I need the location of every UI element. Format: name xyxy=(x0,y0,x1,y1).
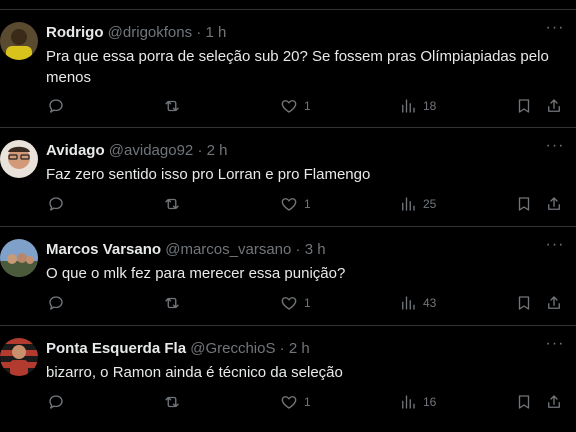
timestamp[interactable]: 3 h xyxy=(305,241,326,258)
share-button[interactable] xyxy=(545,97,563,115)
like-button[interactable]: 1 xyxy=(280,393,311,411)
avatar[interactable] xyxy=(0,239,38,277)
views-button[interactable]: 43 xyxy=(399,294,436,312)
display-name[interactable]: Avidago xyxy=(46,142,105,159)
like-count: 1 xyxy=(304,99,311,113)
reply-button[interactable] xyxy=(47,294,65,312)
bookmark-icon xyxy=(518,99,530,113)
heart-icon xyxy=(281,198,297,211)
view-count: 18 xyxy=(423,99,437,113)
user-handle[interactable]: @marcos_varsano xyxy=(165,241,291,258)
retweet-button[interactable] xyxy=(163,393,181,411)
like-button[interactable]: 1 xyxy=(280,195,311,213)
timestamp[interactable]: 2 h xyxy=(207,142,228,159)
view-count: 43 xyxy=(423,296,437,310)
separator-dot: · xyxy=(279,340,285,357)
user-handle[interactable]: @drigokfons xyxy=(108,24,192,41)
bookmark-icon xyxy=(518,395,530,409)
like-button[interactable]: 1 xyxy=(280,97,311,115)
share-icon xyxy=(548,99,560,112)
bookmark-button[interactable] xyxy=(515,195,533,213)
tweet-header: Ponta Esquerda Fla @GrecchioS · 2 h xyxy=(46,339,310,358)
retweet-button[interactable] xyxy=(163,97,181,115)
tweet-header: Marcos Varsano @marcos_varsano · 3 h xyxy=(46,240,326,259)
separator-dot: · xyxy=(196,24,202,41)
more-options-button[interactable]: ··· xyxy=(544,20,566,39)
tweet-header: Rodrigo @drigokfons · 1 h xyxy=(46,23,226,42)
more-options-button[interactable]: ··· xyxy=(544,138,566,157)
analytics-icon xyxy=(402,99,415,113)
like-count: 1 xyxy=(304,296,311,310)
display-name[interactable]: Rodrigo xyxy=(46,24,104,41)
heart-icon xyxy=(281,297,297,310)
display-name[interactable]: Ponta Esquerda Fla xyxy=(46,340,186,357)
retweet-icon xyxy=(165,100,179,112)
share-button[interactable] xyxy=(545,393,563,411)
reply-icon xyxy=(49,99,63,113)
views-button[interactable]: 18 xyxy=(399,97,436,115)
tweet-text: Pra que essa porra de seleção sub 20? Se… xyxy=(46,48,549,86)
share-icon xyxy=(548,395,560,408)
analytics-icon xyxy=(402,395,415,409)
tweet-text: bizarro, o Ramon ainda é técnico da sele… xyxy=(46,364,343,381)
tweet-text: Faz zero sentido isso pro Lorran e pro F… xyxy=(46,166,371,183)
views-button[interactable]: 25 xyxy=(399,195,436,213)
reply-icon xyxy=(49,197,63,211)
tweet[interactable]: Ponta Esquerda Fla @GrecchioS · 2 h ··· … xyxy=(0,325,576,432)
bookmark-button[interactable] xyxy=(515,393,533,411)
retweet-icon xyxy=(165,396,179,408)
tweet-header: Avidago @avidago92 · 2 h xyxy=(46,141,227,160)
bookmark-button[interactable] xyxy=(515,97,533,115)
user-handle[interactable]: @GrecchioS xyxy=(190,340,275,357)
tweet[interactable]: Marcos Varsano @marcos_varsano · 3 h ···… xyxy=(0,226,576,325)
heart-icon xyxy=(281,396,297,409)
retweet-button[interactable] xyxy=(163,294,181,312)
reply-icon xyxy=(49,296,63,310)
avatar[interactable] xyxy=(0,22,38,60)
view-count: 25 xyxy=(423,197,437,211)
tweet[interactable]: Rodrigo @drigokfons · 1 h ··· Pra que es… xyxy=(0,9,576,127)
separator-dot: · xyxy=(295,241,301,258)
bookmark-icon xyxy=(518,197,530,211)
share-icon xyxy=(548,296,560,309)
bookmark-button[interactable] xyxy=(515,294,533,312)
like-count: 1 xyxy=(304,395,311,409)
retweet-icon xyxy=(165,198,179,210)
like-button[interactable]: 1 xyxy=(280,294,311,312)
display-name[interactable]: Marcos Varsano xyxy=(46,241,161,258)
reply-icon xyxy=(49,395,63,409)
user-handle[interactable]: @avidago92 xyxy=(109,142,193,159)
share-button[interactable] xyxy=(545,195,563,213)
timestamp[interactable]: 1 h xyxy=(205,24,226,41)
reply-button[interactable] xyxy=(47,97,65,115)
analytics-icon xyxy=(402,197,415,211)
tweet-text: O que o mlk fez para merecer essa puniçã… xyxy=(46,265,346,282)
avatar[interactable] xyxy=(0,338,38,376)
heart-icon xyxy=(281,100,297,113)
like-count: 1 xyxy=(304,197,311,211)
tweet[interactable]: Avidago @avidago92 · 2 h ··· Faz zero se… xyxy=(0,127,576,226)
retweet-icon xyxy=(165,297,179,309)
bookmark-icon xyxy=(518,296,530,310)
timestamp[interactable]: 2 h xyxy=(289,340,310,357)
retweet-button[interactable] xyxy=(163,195,181,213)
more-options-button[interactable]: ··· xyxy=(544,237,566,256)
avatar[interactable] xyxy=(0,140,38,178)
share-button[interactable] xyxy=(545,294,563,312)
analytics-icon xyxy=(402,296,415,310)
reply-button[interactable] xyxy=(47,195,65,213)
views-button[interactable]: 16 xyxy=(399,393,436,411)
reply-button[interactable] xyxy=(47,393,65,411)
share-icon xyxy=(548,197,560,210)
view-count: 16 xyxy=(423,395,437,409)
separator-dot: · xyxy=(197,142,203,159)
more-options-button[interactable]: ··· xyxy=(544,336,566,355)
